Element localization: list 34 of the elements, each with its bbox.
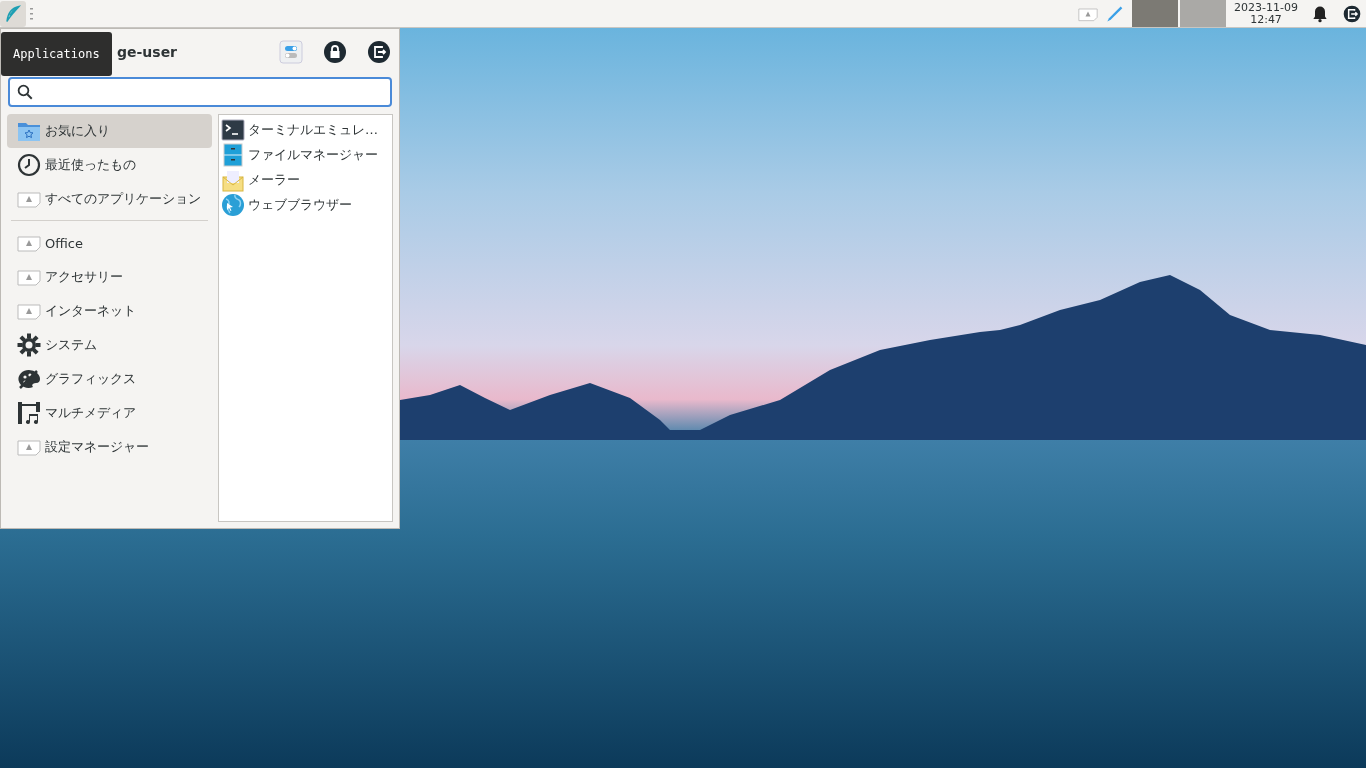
file-cabinet-icon xyxy=(221,142,245,167)
palette-icon xyxy=(17,367,41,391)
taskbar-window-button[interactable] xyxy=(1132,0,1179,27)
film-music-icon xyxy=(17,401,41,425)
logout-icon[interactable] xyxy=(367,40,391,64)
category-item[interactable]: インターネット xyxy=(7,294,212,328)
category-item[interactable]: アクセサリー xyxy=(7,260,212,294)
gear-icon xyxy=(17,333,41,357)
clock[interactable]: 2023-11-09 12:47 xyxy=(1226,1,1306,26)
category-item[interactable]: 設定マネージャー xyxy=(7,430,212,464)
clock-icon xyxy=(17,153,41,177)
applications-menu-button[interactable] xyxy=(0,0,26,27)
category-item[interactable]: お気に入り xyxy=(7,114,212,148)
app-item[interactable]: ウェブブラウザー xyxy=(221,192,390,217)
search-field[interactable] xyxy=(8,77,392,107)
search-icon xyxy=(16,83,34,101)
category-item[interactable]: Office xyxy=(7,226,212,260)
tooltip: Applications xyxy=(1,32,112,76)
username: ge-user xyxy=(117,44,178,60)
logout-icon[interactable] xyxy=(1342,3,1362,24)
category-item[interactable]: すべてのアプリケーション xyxy=(7,182,212,216)
app-item[interactable]: メーラー xyxy=(221,167,390,192)
terminal-icon xyxy=(221,117,245,142)
globe-icon xyxy=(221,192,245,217)
category-item[interactable]: グラフィックス xyxy=(7,362,212,396)
app-item[interactable]: ファイルマネージャー xyxy=(221,142,390,167)
app-item[interactable]: ターミナルエミュレ… xyxy=(221,117,390,142)
panel-handle-icon[interactable] xyxy=(30,7,33,20)
settings-toggle-icon[interactable] xyxy=(279,40,303,64)
category-item[interactable]: マルチメディア xyxy=(7,396,212,430)
taskbar-window-button[interactable] xyxy=(1180,0,1227,27)
lock-icon[interactable] xyxy=(323,40,347,64)
category-item[interactable]: システム xyxy=(7,328,212,362)
category-item[interactable]: 最近使ったもの xyxy=(7,148,212,182)
